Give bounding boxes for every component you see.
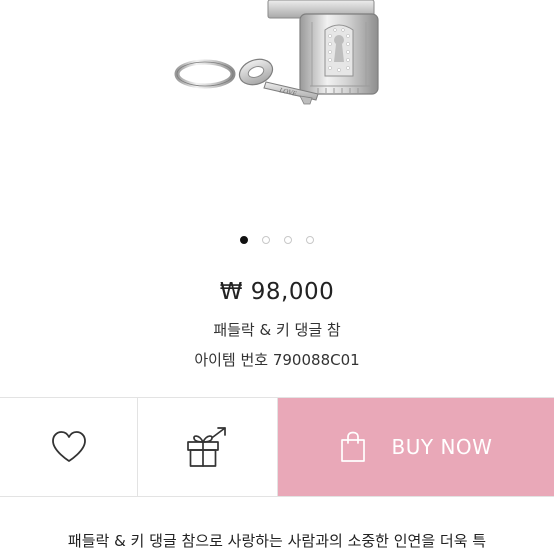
carousel-dot-2[interactable]	[262, 236, 270, 244]
product-price: ₩ 98,000	[219, 279, 335, 305]
gift-share-icon	[186, 427, 226, 467]
product-description: 패들락 & 키 댕글 참으로 사랑하는 사람과의 소중한 인연을 더욱 특	[67, 532, 487, 550]
gift-share-button[interactable]	[138, 398, 278, 496]
product-name: 패들락 & 키 댕글 참	[213, 321, 341, 339]
buy-now-label: BUY NOW	[391, 435, 493, 459]
carousel-dot-4[interactable]	[306, 236, 314, 244]
action-bar: BUY NOW	[0, 397, 554, 497]
shopping-bag-icon	[340, 431, 365, 462]
heart-icon	[51, 431, 86, 462]
key-engraving: LOVE	[278, 86, 299, 98]
wishlist-button[interactable]	[0, 398, 138, 496]
product-image[interactable]: LOVE	[0, 0, 554, 225]
image-carousel-indicator	[0, 236, 554, 244]
carousel-dot-1[interactable]	[240, 236, 248, 244]
padlock-charm-illustration: LOVE	[174, 0, 379, 105]
buy-now-button[interactable]: BUY NOW	[278, 398, 554, 496]
item-number: 아이템 번호 790088C01	[194, 351, 360, 369]
carousel-dot-3[interactable]	[284, 236, 292, 244]
